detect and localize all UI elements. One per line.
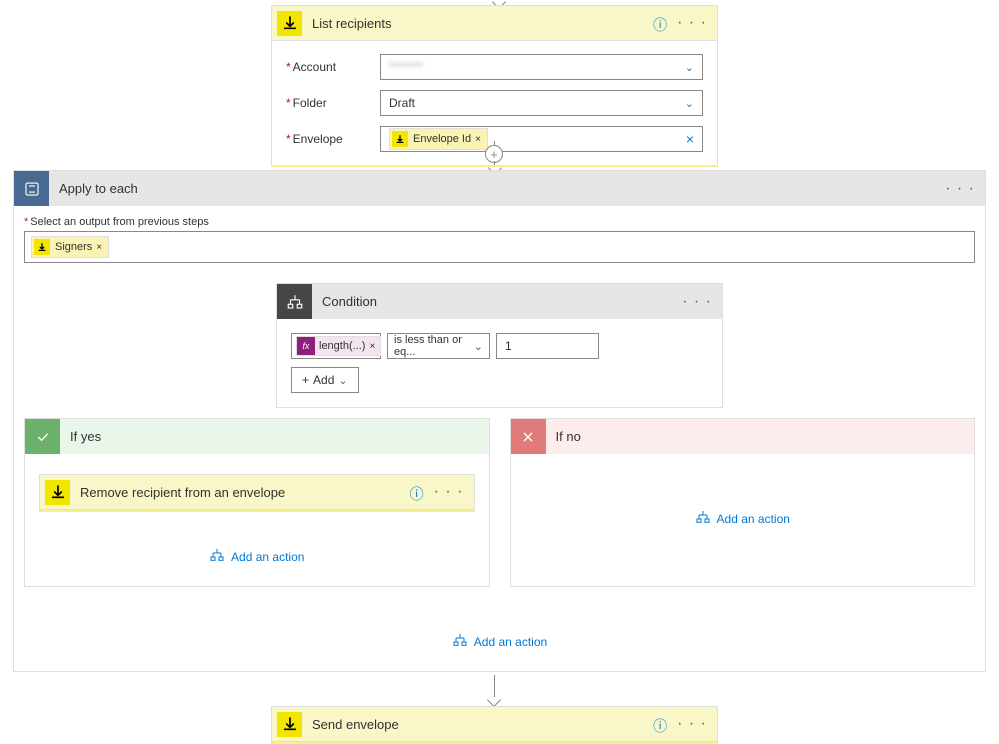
condition-branches: If yes Remove recipient from an envelope… [24,418,975,587]
if-no-title: If no [556,429,965,444]
add-action-button-no[interactable]: Add an action [511,509,975,528]
apply-to-each-card: Apply to each · · · *Select an output fr… [13,170,986,672]
more-menu[interactable]: · · · [677,719,707,729]
clear-icon[interactable]: × [686,131,694,147]
send-envelope-title: Send envelope [312,717,653,732]
account-select[interactable]: ******** ⌄ [380,54,703,80]
chevron-down-icon: ⌄ [474,340,483,353]
if-no-header[interactable]: If no [511,419,975,454]
condition-icon [277,284,312,319]
docusign-icon [277,712,302,737]
chevron-down-icon: ⌄ [338,374,347,387]
expression-input[interactable]: fx length(...) × [291,333,381,359]
add-condition-button[interactable]: + Add ⌄ [291,367,359,393]
more-menu[interactable]: · · · [677,18,707,28]
if-yes-title: If yes [70,429,479,444]
help-icon[interactable]: ⓘ [653,15,669,31]
remove-recipient-action[interactable]: Remove recipient from an envelope ⓘ · · … [39,474,475,512]
apply-to-each-title: Apply to each [59,181,945,196]
signers-token[interactable]: Signers × [31,236,109,258]
envelope-id-token[interactable]: Envelope Id × [389,128,488,150]
docusign-icon [277,11,302,36]
folder-label: Folder [293,96,327,110]
account-label: Account [293,60,336,74]
apply-to-each-header[interactable]: Apply to each · · · [14,171,985,206]
add-action-icon [695,509,711,528]
more-menu[interactable]: · · · [434,487,464,497]
fx-icon: fx [297,337,315,355]
add-action-icon [209,547,225,566]
account-field-row: *Account ******** ⌄ [272,49,717,85]
if-yes-branch: If yes Remove recipient from an envelope… [24,418,490,587]
folder-select[interactable]: Draft ⌄ [380,90,703,116]
list-recipients-header[interactable]: List recipients ⓘ · · · [272,6,717,41]
docusign-icon [392,131,408,147]
condition-title: Condition [322,294,682,309]
envelope-input[interactable]: Envelope Id × × [380,126,703,152]
add-action-button-loop[interactable]: Add an action [24,632,975,651]
if-yes-header[interactable]: If yes [25,419,489,454]
add-action-icon [452,632,468,651]
if-no-branch: If no Add an action [510,418,976,587]
remove-token-icon[interactable]: × [96,242,102,253]
check-icon [25,419,60,454]
loop-icon [14,171,49,206]
help-icon[interactable]: ⓘ [410,484,426,500]
operator-select[interactable]: is less than or eq... ⌄ [387,333,490,359]
help-icon[interactable]: ⓘ [653,716,669,732]
envelope-label: Envelope [293,132,343,146]
remove-recipient-title: Remove recipient from an envelope [80,485,410,500]
add-action-button-yes[interactable]: Add an action [25,547,489,566]
remove-token-icon[interactable]: × [369,341,375,352]
length-expression-token[interactable]: fx length(...) × [296,336,381,356]
more-menu[interactable]: · · · [945,184,975,194]
more-menu[interactable]: · · · [682,297,712,307]
cross-icon [511,419,546,454]
condition-card: Condition · · · fx length(...) × is less… [276,283,723,408]
docusign-icon [34,239,50,255]
folder-field-row: *Folder Draft ⌄ [272,85,717,121]
remove-token-icon[interactable]: × [475,134,481,145]
select-output-input[interactable]: Signers × [24,231,975,263]
docusign-icon [45,480,70,505]
list-recipients-title: List recipients [312,16,653,31]
send-envelope-card[interactable]: Send envelope ⓘ · · · [271,706,718,744]
value-input[interactable]: 1 [496,333,599,359]
chevron-down-icon: ⌄ [685,97,694,110]
condition-header[interactable]: Condition · · · [277,284,722,319]
select-output-label: Select an output from previous steps [30,216,209,228]
plus-icon: + [302,373,309,387]
chevron-down-icon: ⌄ [685,61,694,74]
